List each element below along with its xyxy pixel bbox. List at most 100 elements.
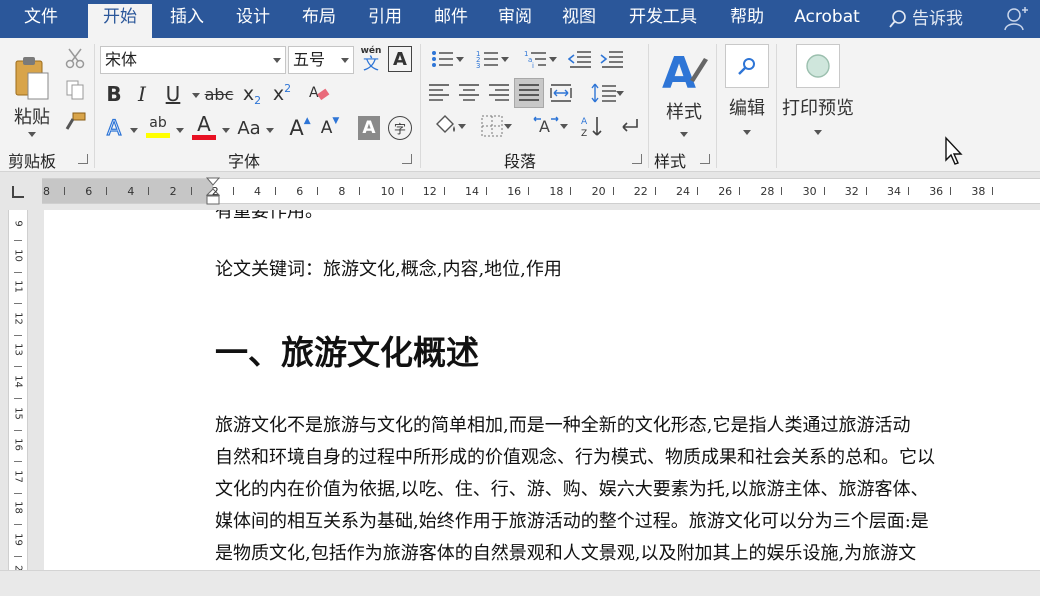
font-color-dropdown-caret[interactable] bbox=[222, 128, 230, 133]
superscript-button[interactable]: x2 bbox=[270, 80, 294, 108]
ruler-number: 4 bbox=[127, 185, 135, 198]
tab-references[interactable]: 引用 bbox=[358, 0, 412, 38]
font-size-combo[interactable]: 五号 bbox=[288, 46, 354, 74]
paragraph-line: 旅游文化不是旅游与文化的简单相加,而是一种全新的文化形态,它是指人类通过旅游活动 bbox=[215, 415, 911, 436]
paste-button[interactable]: 粘贴 bbox=[8, 44, 56, 140]
copy-button[interactable] bbox=[62, 78, 88, 102]
ruler-tick bbox=[486, 187, 487, 195]
ruler-number: 26 bbox=[718, 185, 733, 198]
superscript-x: x bbox=[272, 83, 285, 105]
grow-font-button[interactable]: A ▲ bbox=[288, 114, 312, 142]
enclose-characters-button[interactable]: 字 bbox=[388, 116, 412, 140]
character-border-button[interactable]: A bbox=[388, 46, 412, 72]
character-shading-button[interactable]: A bbox=[358, 116, 380, 140]
ruler-tick bbox=[654, 187, 656, 195]
font-color-button[interactable]: A bbox=[190, 112, 218, 142]
document-page[interactable]: 有重要作用。 论文关键词：旅游文化,概念,内容,地位,作用 一、旅游文化概述 旅… bbox=[44, 210, 1040, 570]
multilevel-list-button[interactable]: 1ai bbox=[516, 46, 557, 72]
tab-home[interactable]: 开始 bbox=[88, 4, 152, 38]
bullets-button[interactable] bbox=[426, 46, 464, 72]
align-center-button[interactable] bbox=[456, 80, 482, 106]
tab-file[interactable]: 文件 bbox=[8, 0, 74, 38]
tab-insert[interactable]: 插入 bbox=[160, 0, 214, 38]
bold-button[interactable]: B bbox=[102, 80, 126, 108]
paragraph-dialog-launcher[interactable] bbox=[632, 154, 642, 164]
horizontal-ruler[interactable]: 8 6 4 2 2 4 6 8 10 12 14 16 18 20 22 24 26 28 30 32 34 36 38 bbox=[42, 177, 1040, 205]
svg-text:A: A bbox=[581, 117, 588, 127]
distributed-button[interactable] bbox=[548, 80, 574, 106]
show-paragraph-marks-button[interactable] bbox=[614, 112, 642, 140]
highlight-color-button[interactable]: ab bbox=[144, 112, 172, 142]
ruler-tick bbox=[823, 187, 825, 195]
vertical-ruler-tick bbox=[14, 556, 22, 557]
ruler-number: 8 bbox=[43, 185, 50, 198]
tab-acrobat[interactable]: Acrobat bbox=[784, 0, 870, 38]
justify-button[interactable] bbox=[514, 78, 544, 108]
ruler-tick bbox=[570, 187, 572, 195]
numbering-button[interactable]: 123 bbox=[470, 46, 509, 72]
tell-me-search[interactable]: 告诉我 bbox=[888, 6, 963, 32]
tab-design[interactable]: 设计 bbox=[226, 0, 280, 38]
align-left-button[interactable] bbox=[426, 80, 452, 106]
strikethrough-button[interactable]: abc bbox=[204, 80, 234, 108]
phonetic-guide-button[interactable]: wén 文 bbox=[358, 44, 384, 74]
italic-button[interactable]: I bbox=[130, 80, 154, 108]
ruler-number: 34 bbox=[887, 185, 901, 198]
styles-dialog-launcher[interactable] bbox=[700, 154, 710, 164]
highlight-letters: ab bbox=[149, 115, 167, 131]
sort-az-icon: AZ bbox=[581, 117, 602, 138]
tab-review[interactable]: 审阅 bbox=[488, 0, 542, 38]
align-right-button[interactable] bbox=[486, 80, 512, 106]
change-case-button[interactable]: Aa bbox=[234, 114, 264, 142]
tab-developer[interactable]: 开发工具 bbox=[618, 0, 708, 38]
tab-help[interactable]: 帮助 bbox=[720, 0, 774, 38]
underline-button[interactable]: U bbox=[160, 80, 186, 108]
styles-icon: A bbox=[662, 48, 708, 96]
tab-mailings[interactable]: 邮件 bbox=[424, 0, 478, 38]
change-case-dropdown-caret[interactable] bbox=[266, 128, 274, 133]
tab-layout[interactable]: 布局 bbox=[292, 0, 346, 38]
decrease-indent-icon bbox=[568, 51, 591, 68]
clear-formatting-button[interactable]: A bbox=[306, 80, 332, 108]
font-color-letter: A bbox=[197, 112, 211, 136]
print-preview-icon-box bbox=[796, 44, 840, 88]
scissors-icon bbox=[65, 48, 85, 69]
shrink-font-button[interactable]: A ▼ bbox=[318, 114, 342, 142]
print-preview-button[interactable]: 打印预览 bbox=[780, 44, 856, 144]
increase-indent-button[interactable] bbox=[598, 46, 626, 72]
cut-button[interactable] bbox=[62, 46, 88, 70]
lightbulb-search-icon bbox=[889, 10, 906, 28]
horizontal-scroll-area[interactable] bbox=[0, 570, 1040, 596]
clipboard-dialog-launcher[interactable] bbox=[78, 154, 88, 164]
paragraph-line-partial: 有重要作用。 bbox=[215, 210, 323, 222]
vertical-ruler-number: 16 bbox=[12, 438, 24, 452]
keywords-line: 论文关键词：旅游文化,概念,内容,地位,作用 bbox=[215, 259, 562, 280]
font-name-combo[interactable]: 宋体 bbox=[100, 46, 286, 74]
subscript-button[interactable]: x2 bbox=[240, 80, 264, 108]
shading-button[interactable] bbox=[426, 112, 466, 140]
font-dialog-launcher[interactable] bbox=[402, 154, 412, 164]
styles-group-label: 样式 bbox=[654, 152, 687, 171]
ruler-number: 8 bbox=[338, 185, 346, 198]
chevron-down-icon bbox=[680, 132, 688, 137]
tab-selector-icon[interactable] bbox=[12, 186, 24, 198]
highlight-dropdown-caret[interactable] bbox=[176, 128, 184, 133]
styles-gallery-button[interactable]: A 样式 bbox=[656, 44, 712, 148]
editing-button[interactable]: 编辑 bbox=[722, 44, 772, 144]
share-user-icon[interactable] bbox=[1002, 6, 1028, 37]
chinese-layout-button[interactable]: A bbox=[524, 112, 568, 140]
ruler-number: 28 bbox=[760, 185, 775, 198]
text-effects-dropdown-caret[interactable] bbox=[130, 128, 138, 133]
vertical-ruler-strip bbox=[8, 210, 28, 570]
decrease-indent-button[interactable] bbox=[566, 46, 594, 72]
format-painter-button[interactable] bbox=[62, 110, 88, 134]
highlight-color-bar bbox=[146, 133, 170, 138]
text-effects-button[interactable]: A bbox=[102, 114, 126, 142]
vertical-ruler[interactable]: 91011121314151617181920 bbox=[0, 210, 32, 589]
underline-dropdown-caret[interactable] bbox=[192, 93, 200, 98]
vertical-ruler-number: 9 bbox=[12, 220, 24, 227]
tab-view[interactable]: 视图 bbox=[552, 0, 606, 38]
sort-button[interactable]: AZ bbox=[578, 112, 606, 140]
borders-button[interactable] bbox=[470, 112, 514, 140]
line-spacing-button[interactable] bbox=[584, 80, 624, 106]
